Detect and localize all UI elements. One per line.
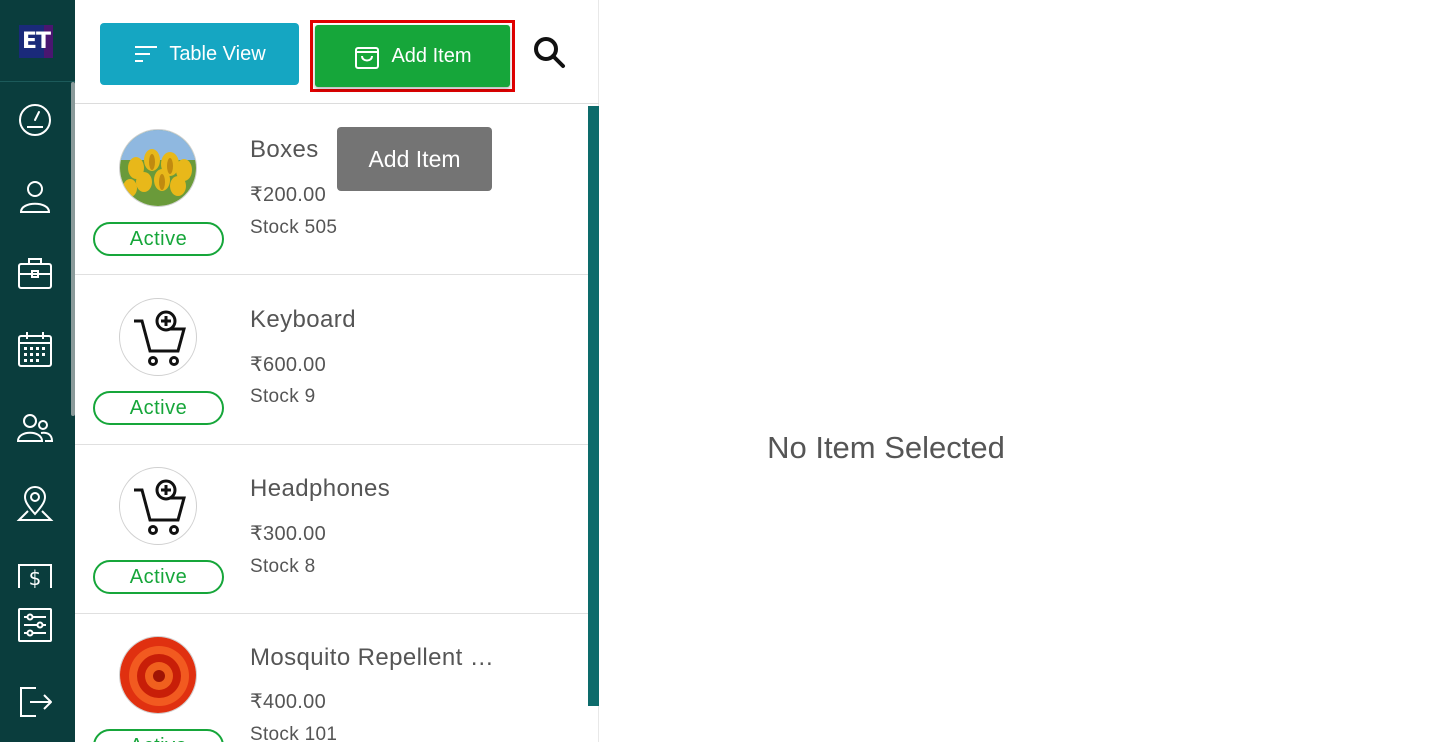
item-card[interactable]: Active Headphones ₹300.00 Stock 8 [75,445,588,614]
item-card[interactable]: Active Keyboard ₹600.00 Stock 9 [75,276,588,445]
table-view-label: Table View [169,42,266,65]
logout-icon[interactable] [16,683,54,721]
list-scrollbar[interactable] [588,106,599,706]
item-stock: Stock 9 [250,386,316,407]
item-card[interactable]: Active Mosquito Repellent … ₹400.00 Stoc… [75,614,588,742]
toolbar: Table View Add Item [75,0,599,104]
status-badge: Active [93,391,224,425]
empty-state-message: No Item Selected [767,430,1005,465]
add-item-button[interactable]: Add Item [315,25,510,87]
item-name: Headphones [250,475,391,502]
table-view-button[interactable]: Table View [100,23,299,85]
settings-sliders-icon[interactable] [16,606,54,644]
sidebar: ET $ [0,0,75,742]
item-image [119,636,197,714]
app-logo[interactable]: ET [19,25,53,58]
item-price: ₹600.00 [250,354,326,376]
briefcase-icon[interactable] [16,254,54,292]
cart-placeholder-icon [119,467,197,545]
user-icon[interactable] [16,177,54,215]
users-icon[interactable] [16,408,54,446]
item-name: Mosquito Repellent … [250,644,495,671]
item-price: ₹400.00 [250,691,326,713]
item-price: ₹200.00 [250,184,326,206]
item-image [119,129,197,207]
shopping-bag-icon [355,47,380,69]
status-badge: Active [93,729,224,742]
dashboard-gauge-icon[interactable] [16,101,54,139]
item-price: ₹300.00 [250,523,326,545]
search-icon[interactable] [530,33,570,73]
item-stock: Stock 8 [250,556,316,577]
item-card[interactable]: Active Boxes ₹200.00 Stock 505 [75,106,588,275]
logo-area: ET [0,0,75,82]
item-detail-panel: No Item Selected [600,0,1439,742]
status-badge: Active [93,560,224,594]
item-stock: Stock 505 [250,217,338,238]
sort-lines-icon [135,46,158,62]
svg-text:$: $ [29,566,42,590]
cart-placeholder-icon [119,298,197,376]
status-badge: Active [93,222,224,256]
calendar-icon[interactable] [16,330,54,368]
dollar-icon[interactable]: $ [16,562,54,600]
item-stock: Stock 101 [250,724,338,742]
map-pin-icon[interactable] [16,484,54,522]
items-list-panel: Table View Add Item Active Boxes ₹200.00… [75,0,599,742]
add-item-tooltip: Add Item [337,127,492,191]
add-item-label: Add Item [391,44,472,67]
item-name: Boxes [250,136,319,163]
item-name: Keyboard [250,306,356,333]
